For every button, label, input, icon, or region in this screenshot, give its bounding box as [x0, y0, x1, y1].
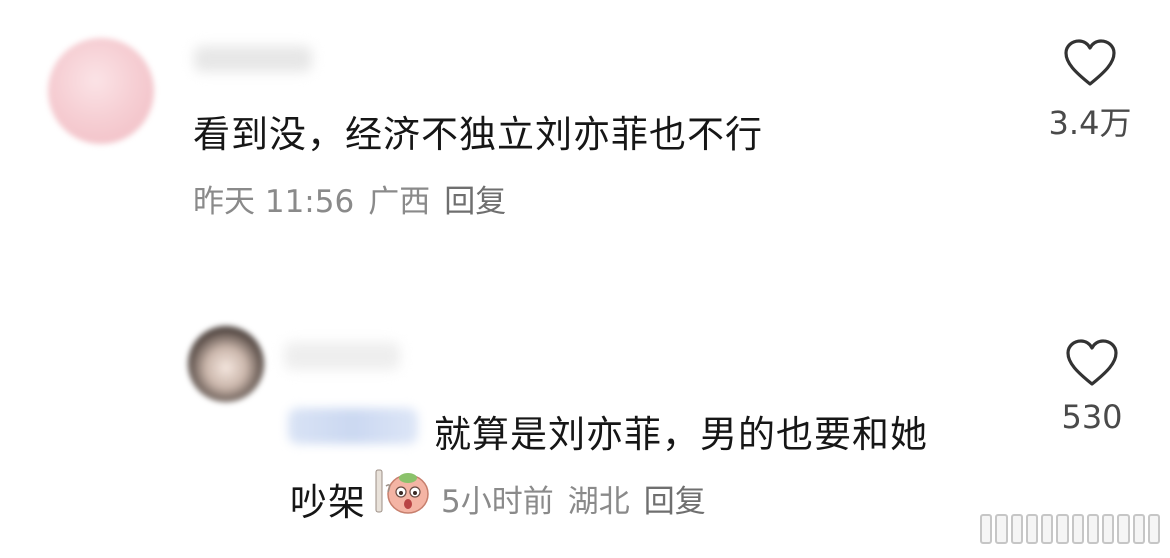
- like-count: 3.4万: [1048, 104, 1132, 142]
- like-button[interactable]: 530: [1032, 338, 1152, 436]
- heart-icon[interactable]: [1063, 38, 1117, 88]
- username-redacted[interactable]: [194, 46, 312, 72]
- comment-time: 5小时前: [441, 484, 554, 520]
- heart-icon[interactable]: [1065, 338, 1119, 388]
- comment-time: 昨天 11:56: [193, 184, 355, 220]
- comment-text-line: 就算是刘亦菲，男的也要和她: [434, 413, 928, 456]
- comment-text: 看到没，经济不独立刘亦菲也不行: [193, 113, 763, 156]
- comment-meta: 5小时前 湖北 回复: [441, 476, 706, 521]
- mention-redacted[interactable]: [288, 408, 418, 444]
- username-redacted[interactable]: [284, 342, 400, 370]
- comment-text-line: 吵架: [290, 481, 366, 524]
- reply-button[interactable]: 回复: [644, 476, 706, 521]
- avatar[interactable]: [48, 38, 154, 144]
- comment-thread: 看到没，经济不独立刘亦菲也不行 昨天 11:56 广西 回复 3.4万 就算是刘…: [0, 0, 1170, 558]
- watermark-logo: [980, 513, 1160, 545]
- reply-button[interactable]: 回复: [444, 176, 506, 221]
- peach-sticker-icon: [375, 469, 429, 514]
- avatar[interactable]: [188, 326, 264, 402]
- like-button[interactable]: 3.4万: [1030, 38, 1150, 144]
- like-count: 530: [1061, 398, 1123, 436]
- comment-meta: 昨天 11:56 广西 回复: [193, 176, 506, 221]
- comment-location: 湖北: [567, 484, 630, 520]
- comment-location: 广西: [368, 184, 431, 220]
